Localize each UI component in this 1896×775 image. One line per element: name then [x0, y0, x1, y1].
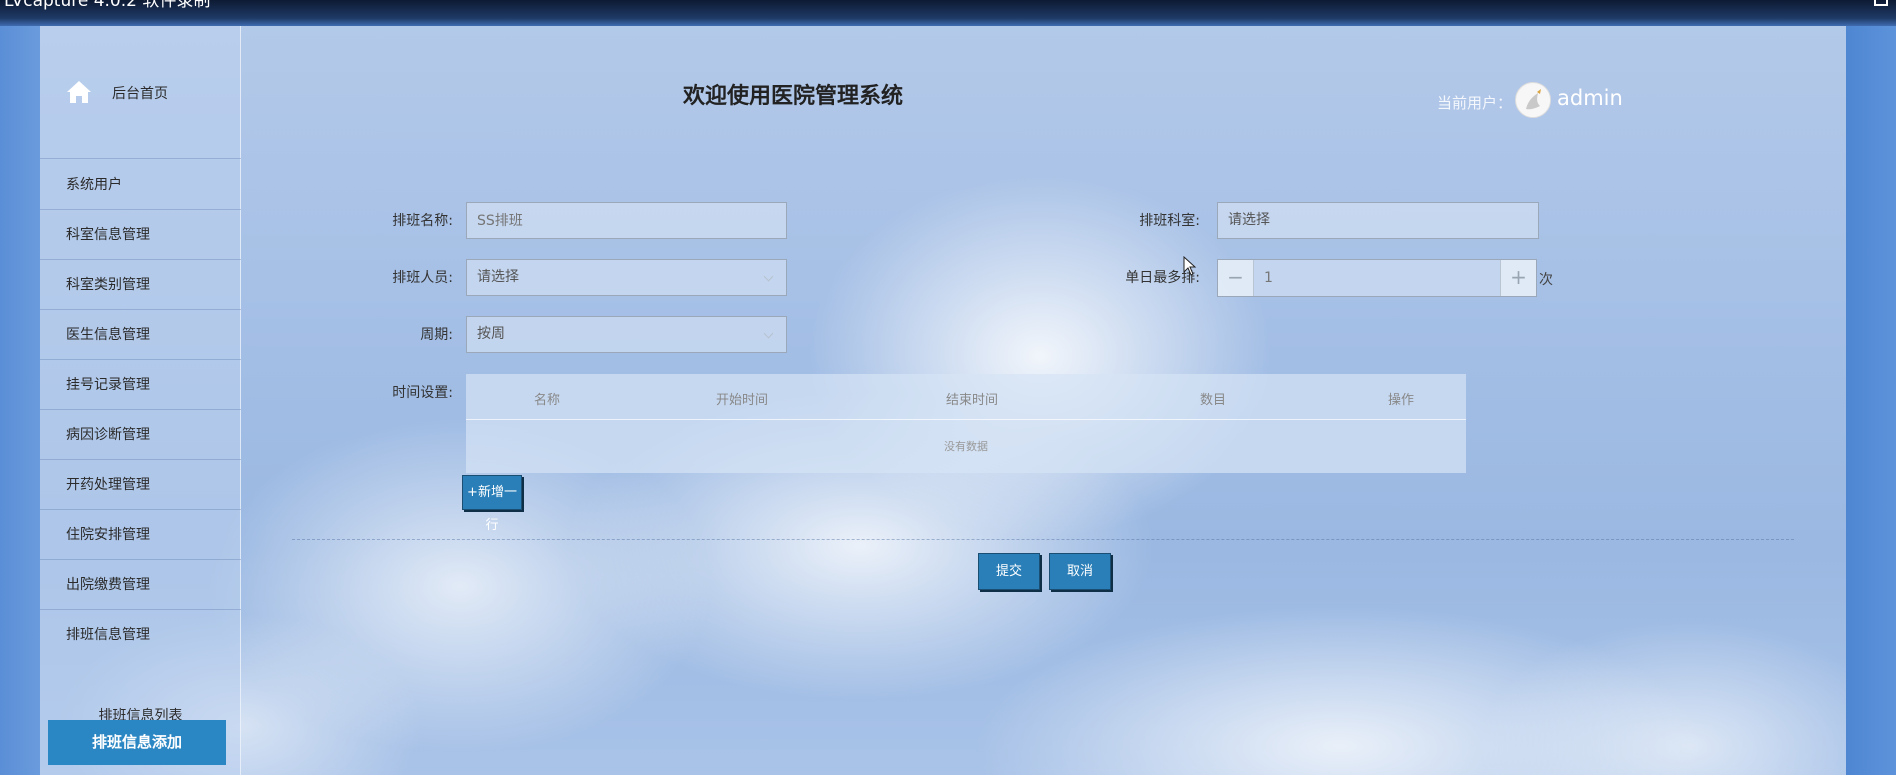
sidebar-item-doctor-info[interactable]: 医生信息管理: [40, 310, 241, 360]
sidebar-menu: 系统用户 科室信息管理 科室类别管理 医生信息管理 挂号记录管理 病因诊断管理 …: [40, 160, 241, 660]
current-user-label: 当前用户：: [1437, 94, 1513, 112]
page-margin-left: [0, 26, 40, 775]
schedule-dept-label: 排班科室:: [1139, 213, 1200, 229]
sidebar-home-label: 后台首页: [112, 86, 168, 102]
schedule-name-input[interactable]: [477, 203, 786, 238]
stepper-minus-button[interactable]: −: [1218, 260, 1254, 296]
schedule-dept-value: 请选择: [1228, 212, 1270, 228]
sidebar-item-department-info[interactable]: 科室信息管理: [40, 210, 241, 260]
column-header-start-time: 开始时间: [716, 393, 769, 408]
schedule-cycle-label: 周期:: [420, 327, 453, 343]
window-title: LVcapture 4.0.2 软件录制: [4, 0, 211, 11]
table-header-row: 名称 开始时间 结束时间 数目 操作: [466, 374, 1466, 420]
cancel-button[interactable]: 取消: [1049, 553, 1111, 590]
sidebar-item-schedule[interactable]: 排班信息管理: [40, 610, 241, 660]
schedule-cycle-select[interactable]: 按周: [466, 316, 787, 353]
time-settings-label: 时间设置:: [392, 385, 453, 401]
stepper-plus-button[interactable]: +: [1500, 260, 1536, 296]
avatar[interactable]: [1515, 82, 1551, 118]
avatar-icon: [1517, 84, 1550, 117]
sidebar-item-registration-records[interactable]: 挂号记录管理: [40, 360, 241, 410]
schedule-staff-select[interactable]: 请选择: [466, 259, 787, 296]
sidebar-subitem-schedule-add[interactable]: 排班信息添加: [48, 720, 226, 765]
mouse-cursor-icon: [1183, 256, 1197, 276]
sidebar: 后台首页 系统用户 科室信息管理 科室类别管理 医生信息管理 挂号记录管理 病因…: [40, 26, 241, 775]
app-container: 后台首页 系统用户 科室信息管理 科室类别管理 医生信息管理 挂号记录管理 病因…: [40, 26, 1846, 775]
time-settings-table: 名称 开始时间 结束时间 数目 操作 没有数据: [466, 374, 1466, 473]
column-header-end-time: 结束时间: [946, 393, 999, 408]
sidebar-item-system-users[interactable]: 系统用户: [40, 160, 241, 210]
chevron-down-icon: [763, 328, 774, 339]
sidebar-item-diagnosis[interactable]: 病因诊断管理: [40, 410, 241, 460]
window-titlebar: LVcapture 4.0.2 软件录制: [0, 0, 1896, 26]
schedule-name-field[interactable]: [466, 202, 787, 239]
add-row-button[interactable]: +新增一行: [462, 475, 522, 533]
schedule-name-label: 排班名称:: [392, 213, 453, 229]
current-user-name: admin: [1557, 86, 1623, 110]
page-margin-right: [1846, 26, 1896, 775]
schedule-staff-value: 请选择: [477, 269, 519, 285]
max-per-day-unit: 次: [1539, 272, 1553, 288]
schedule-cycle-value: 按周: [477, 326, 505, 342]
sidebar-item-hospitalization[interactable]: 住院安排管理: [40, 510, 241, 560]
home-icon: [67, 81, 91, 103]
column-header-name: 名称: [534, 393, 561, 408]
stepper-value[interactable]: 1: [1264, 260, 1273, 296]
sidebar-home[interactable]: 后台首页: [40, 26, 241, 159]
form-divider: [292, 539, 1794, 540]
schedule-dept-select[interactable]: 请选择: [1217, 202, 1539, 239]
sidebar-item-prescription[interactable]: 开药处理管理: [40, 460, 241, 510]
sidebar-item-department-category[interactable]: 科室类别管理: [40, 260, 241, 310]
schedule-staff-label: 排班人员:: [392, 270, 453, 286]
max-per-day-stepper[interactable]: − 1 +: [1217, 259, 1537, 297]
column-header-count: 数目: [1200, 393, 1227, 408]
table-empty-text: 没有数据: [944, 440, 988, 453]
submit-button[interactable]: 提交: [978, 553, 1040, 590]
chevron-down-icon: [763, 271, 774, 282]
page-title: 欢迎使用医院管理系统: [683, 84, 904, 109]
column-header-actions: 操作: [1388, 393, 1415, 408]
window-control-icon[interactable]: [1874, 0, 1888, 6]
sidebar-item-discharge-payment[interactable]: 出院缴费管理: [40, 560, 241, 610]
